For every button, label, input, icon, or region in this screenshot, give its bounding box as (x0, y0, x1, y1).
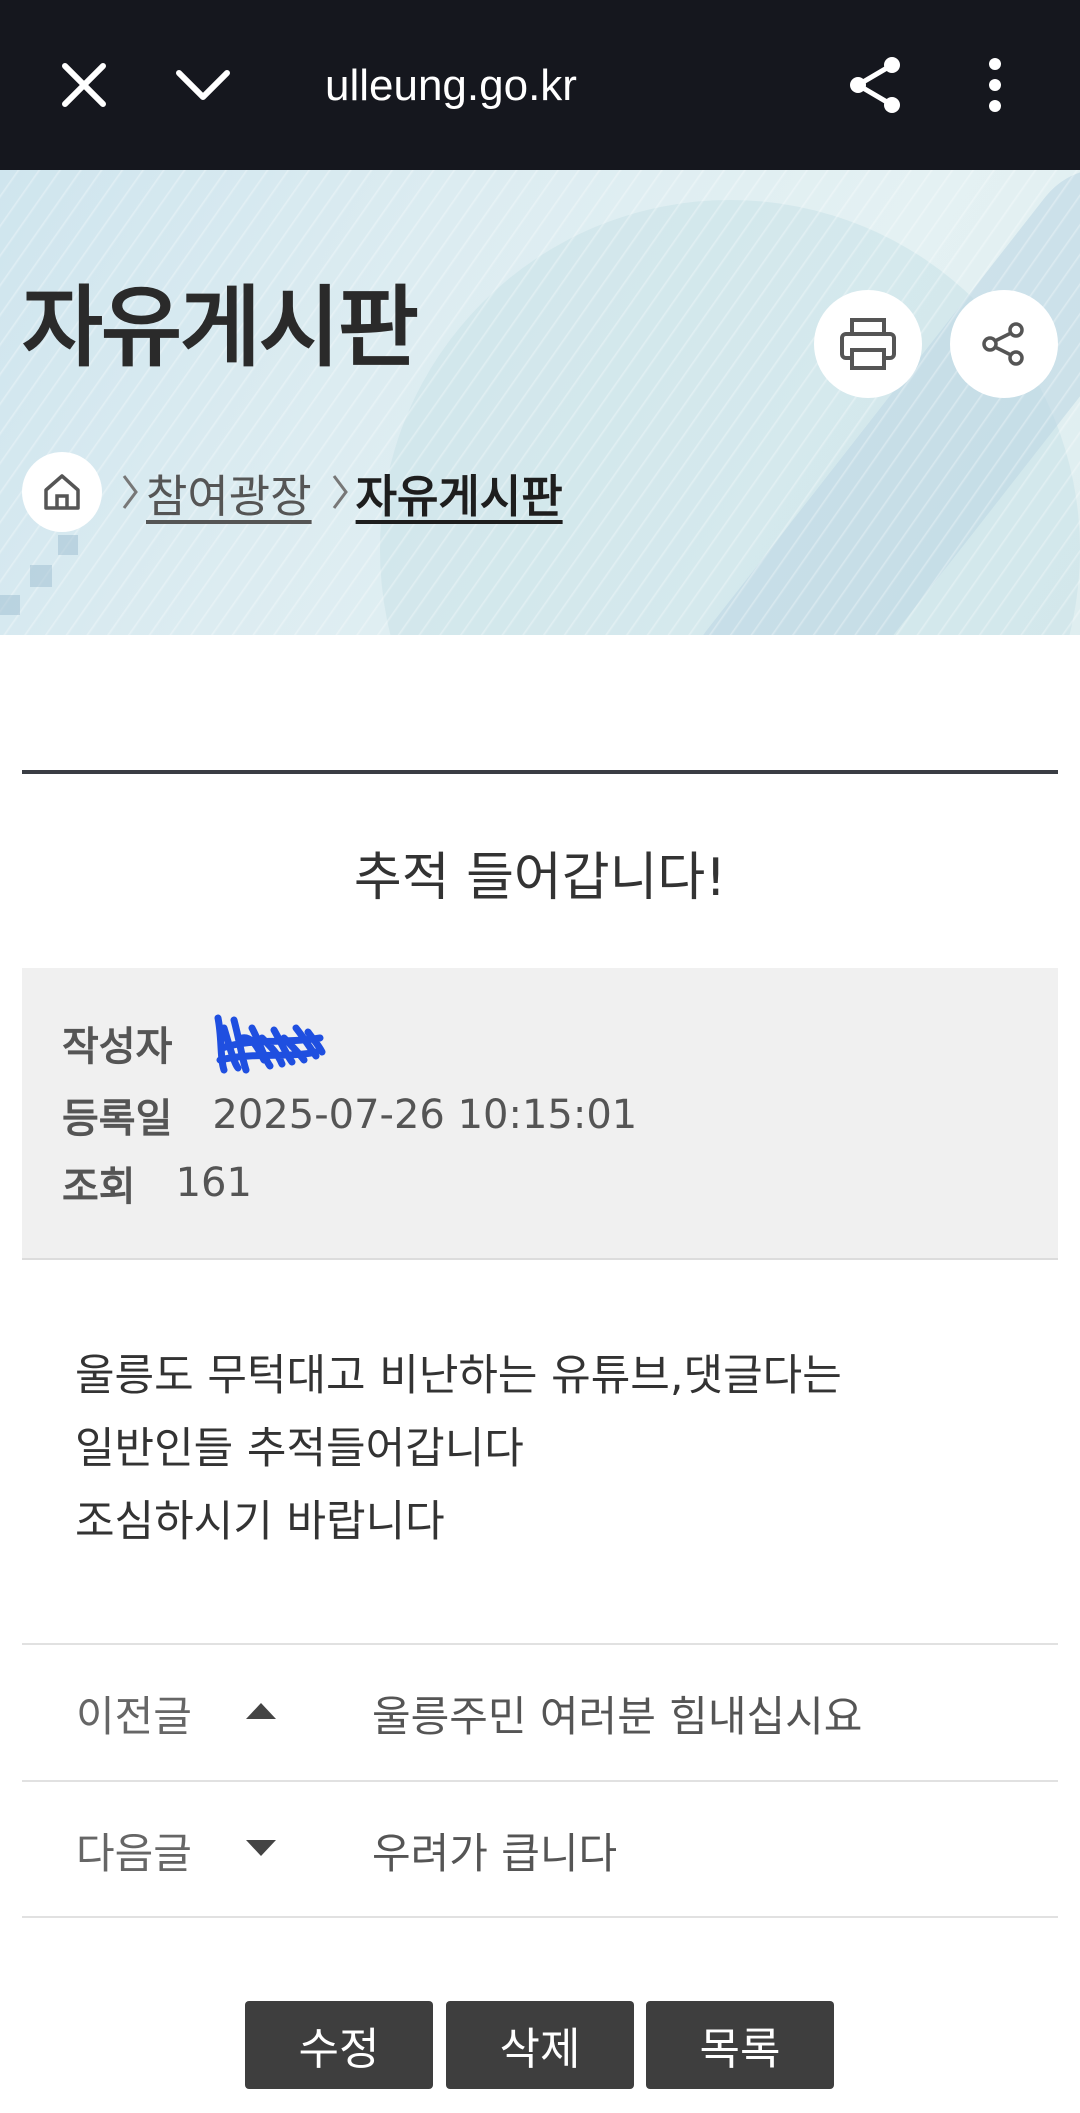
print-icon (840, 318, 896, 370)
post-title: 추적 들어갑니다! (353, 848, 727, 908)
page-title: 자유게시판 (22, 276, 419, 379)
author-label: 작성자 (62, 1024, 173, 1070)
url-text[interactable]: ulleung.go.kr (325, 56, 577, 116)
share-icon[interactable] (836, 45, 916, 125)
prev-post-row[interactable]: 이전글 울릉주민 여러분 힘내십시요 (22, 1643, 1058, 1781)
share-button[interactable] (950, 290, 1058, 398)
caret-down-icon (244, 1838, 278, 1862)
banner-square (30, 565, 52, 587)
close-icon[interactable] (44, 45, 124, 125)
body-line: 일반인들 추적들어갑니다 (75, 1424, 524, 1474)
breadcrumb-item-free-board[interactable]: 자유게시판 (356, 460, 563, 525)
banner-pattern (0, 170, 1080, 635)
meta-date-row: 등록일 2025-07-26 10:15:01 (62, 1086, 637, 1144)
divider (22, 770, 1058, 774)
page-banner: 자유게시판 참여광장 자유게시판 (0, 170, 1080, 635)
home-button[interactable] (22, 452, 102, 532)
delete-button[interactable]: 삭제 (446, 2001, 634, 2089)
chevron-right-icon (330, 472, 350, 512)
share-icon (982, 322, 1024, 366)
date-label: 등록일 (62, 1096, 173, 1142)
body-line: 조심하시기 바랍니다 (75, 1497, 445, 1547)
chevron-right-icon (120, 472, 140, 512)
meta-views-row: 조회 161 (62, 1154, 252, 1212)
banner-square (58, 535, 78, 555)
breadcrumb: 참여광장 자유게시판 (22, 450, 563, 534)
more-vertical-icon[interactable] (955, 45, 1035, 125)
breadcrumb-item-participation[interactable]: 참여광장 (146, 460, 312, 525)
post-date: 2025-07-26 10:15:01 (212, 1092, 638, 1138)
next-label: 다음글 (76, 1828, 192, 1878)
home-icon (44, 474, 80, 510)
meta-author-row: 작성자 (62, 1008, 332, 1078)
banner-square (0, 595, 20, 615)
post-meta: 작성자 등록일 2025-07-26 10:15:01 조회 161 (22, 968, 1058, 1260)
next-post-title[interactable]: 우려가 큽니다 (372, 1820, 617, 1881)
prev-post-title[interactable]: 울릉주민 여러분 힘내십시요 (372, 1683, 862, 1744)
edit-button[interactable]: 수정 (245, 2001, 433, 2089)
post-body: 울릉도 무턱대고 비난하는 유튜브,댓글다는 일반인들 추적들어갑니다 조심하시… (75, 1340, 1005, 1559)
body-line: 울릉도 무턱대고 비난하는 유튜브,댓글다는 (75, 1351, 842, 1401)
divider (22, 1916, 1058, 1918)
print-button[interactable] (814, 290, 922, 398)
views-count: 161 (175, 1160, 252, 1206)
views-label: 조회 (62, 1164, 136, 1210)
browser-toolbar: ulleung.go.kr (0, 0, 1080, 170)
next-post-row[interactable]: 다음글 우려가 큽니다 (22, 1780, 1058, 1918)
redacted-author-scribble (214, 1014, 326, 1074)
list-button[interactable]: 목록 (646, 2001, 834, 2089)
chevron-down-icon[interactable] (163, 45, 243, 125)
prev-label: 이전글 (76, 1691, 192, 1741)
caret-up-icon (244, 1701, 278, 1725)
